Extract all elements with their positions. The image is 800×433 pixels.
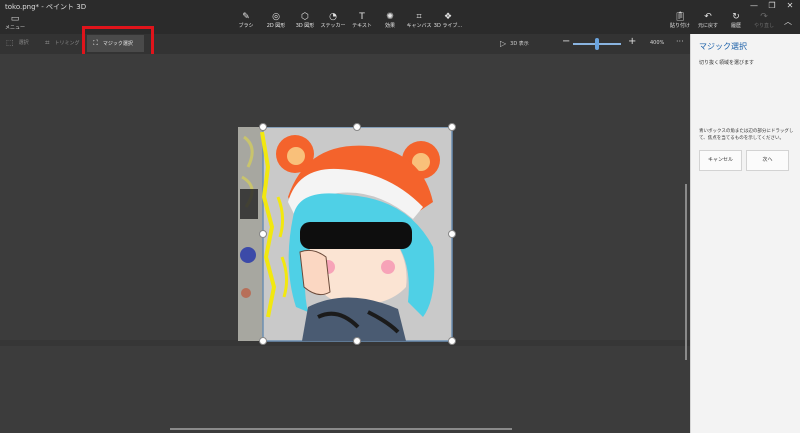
crop-button[interactable]: ⌗ トリミング [45, 38, 80, 48]
character-illustration [238, 126, 453, 342]
select-icon: ⬚ [6, 38, 14, 47]
view-3d-toggle[interactable]: ▷ 3D 表示 [500, 39, 529, 48]
brush-icon: ✎ [242, 12, 250, 22]
tool-label: ブラシ [238, 23, 254, 29]
magic-select-panel: マジック選択 切り抜く領域を選びます 青いボックスの角または辺の部分にドラッグし… [690, 34, 800, 433]
tool-label: 効果 [384, 23, 395, 29]
selection-handle-bottom-right[interactable] [448, 337, 456, 345]
2d-shapes-icon: ◎ [272, 12, 280, 22]
menu-label: メニュー [5, 25, 26, 31]
undo-icon: ↶ [704, 12, 712, 22]
effects-icon: ✺ [386, 12, 394, 22]
undo-label: 元に戻す [697, 23, 718, 29]
selection-handle-top-right[interactable] [448, 123, 456, 131]
history-label: 履歴 [730, 23, 741, 29]
canvas-image[interactable] [238, 123, 460, 349]
3d-library-icon: ❖ [443, 12, 453, 22]
panel-description: 切り抜く領域を選びます [699, 60, 755, 66]
history-button[interactable]: ↻ 履歴 [722, 12, 750, 30]
selection-handle-bottom-left[interactable] [259, 337, 267, 345]
horizontal-scrollbar[interactable] [170, 428, 512, 430]
collapse-ribbon-icon[interactable]: ︿ [784, 16, 792, 27]
zoom-out-button[interactable]: − [562, 36, 570, 47]
cancel-button[interactable]: キャンセル [699, 150, 742, 171]
redo-label: やり直し [753, 23, 774, 29]
maximize-button[interactable]: ❐ [762, 0, 782, 12]
crop-icon: ⌗ [45, 38, 50, 47]
tool-label: ステッカー [320, 23, 346, 29]
tool-label: 3D ライブ... [433, 23, 463, 29]
view-3d-label: 3D 表示 [510, 41, 529, 47]
selection-handle-top-left[interactable] [259, 123, 267, 131]
tool-label: 2D 図形 [266, 23, 286, 29]
next-button[interactable]: 次へ [746, 150, 789, 171]
folder-icon: ▭ [10, 14, 20, 24]
close-button[interactable]: ✕ [780, 0, 800, 12]
panel-help-text: 青いボックスの角または辺の部分にドラッグして、焦点を当てるものを示してください。 [699, 129, 794, 141]
zoom-level: 400% [650, 40, 665, 46]
view-3d-icon: ▷ [500, 39, 507, 48]
tool-canvas[interactable]: ⌗ キャンバス [403, 12, 435, 30]
selection-handle-right[interactable] [448, 230, 456, 238]
paint-3d-window: toko.png* - ペイント 3D — ❐ ✕ ▭ メニュー ✎ ブラシ ◎… [0, 0, 800, 433]
tool-effects[interactable]: ✺ 効果 [374, 12, 406, 30]
tool-3d-library[interactable]: ❖ 3D ライブ... [432, 12, 464, 30]
panel-title: マジック選択 [699, 42, 747, 51]
vertical-scrollbar[interactable] [685, 184, 687, 360]
select-button[interactable]: ⬚ 選択 [6, 38, 29, 47]
zoom-in-button[interactable]: + [628, 36, 636, 47]
minimize-button[interactable]: — [744, 0, 764, 12]
paste-icon: 📋︎ [674, 12, 686, 22]
undo-button[interactable]: ↶ 元に戻す [694, 12, 722, 30]
canvas-icon: ⌗ [416, 12, 422, 22]
select-label: 選択 [18, 40, 29, 46]
paste-button[interactable]: 📋︎ 貼り付け [666, 12, 694, 30]
window-title: toko.png* - ペイント 3D [5, 3, 87, 11]
tool-label: キャンバス [406, 23, 432, 29]
tool-stickers[interactable]: ◔ ステッカー [317, 12, 349, 30]
selection-handle-left[interactable] [259, 230, 267, 238]
more-options-button[interactable]: ··· [676, 37, 684, 46]
stickers-icon: ◔ [329, 12, 337, 22]
tool-brush[interactable]: ✎ ブラシ [230, 12, 262, 30]
zoom-slider-thumb[interactable] [595, 38, 599, 50]
selection-handle-bottom[interactable] [353, 337, 361, 345]
redo-icon: ↷ [760, 12, 768, 22]
redo-button[interactable]: ↷ やり直し [750, 12, 778, 30]
crop-label: トリミング [54, 40, 80, 47]
menu-button[interactable]: ▭ メニュー [5, 14, 25, 31]
history-icon: ↻ [732, 12, 740, 22]
paste-label: 貼り付け [669, 23, 690, 29]
tool-2d-shapes[interactable]: ◎ 2D 図形 [260, 12, 292, 30]
selection-handle-top[interactable] [353, 123, 361, 131]
